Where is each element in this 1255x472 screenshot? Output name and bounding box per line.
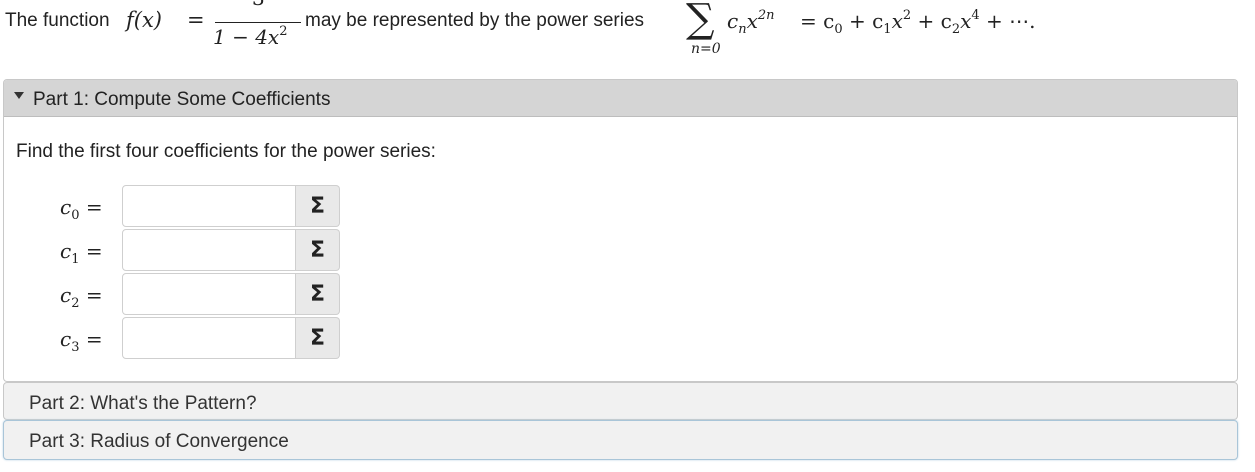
coefficient-row-2: c2 = Σ	[4, 273, 404, 315]
expansion-first-term: = c	[800, 9, 835, 33]
coefficient-input-c0[interactable]	[122, 185, 296, 227]
coefficient-index-2: 2	[71, 296, 80, 311]
part1-title: Part 1: Compute Some Coefficients	[33, 89, 331, 110]
fraction-denominator: 1 − 4x2	[213, 24, 288, 49]
coefficient-var-3: c	[60, 327, 72, 351]
coefficient-row-3: c3 = Σ	[4, 317, 404, 359]
denominator-exponent: 2	[279, 24, 288, 39]
coefficient-label-3: c3 =	[60, 327, 103, 355]
coefficient-row-1: c1 = Σ	[4, 229, 404, 271]
coefficient-label-0: c0 =	[60, 195, 103, 223]
term-coefficient: c	[727, 9, 739, 33]
coefficient-label-1: c1 =	[60, 239, 103, 267]
part1-instructions: Find the first four coefficients for the…	[16, 141, 436, 162]
coefficient-equals-1: =	[85, 239, 103, 263]
coefficient-equals-2: =	[85, 283, 103, 307]
coefficient-input-c1[interactable]	[122, 229, 296, 271]
coefficient-equals-3: =	[85, 327, 103, 351]
term-coefficient-index: n	[738, 22, 747, 37]
function-name: f(x)	[126, 8, 163, 32]
coefficient-input-c2[interactable]	[122, 273, 296, 315]
fraction-numerator: 3	[252, 0, 265, 8]
coefficient-index-1: 1	[71, 252, 80, 267]
coefficient-var-2: c	[60, 283, 72, 307]
expansion-ellipsis: + ⋯.	[986, 9, 1036, 33]
coefficient-var-0: c	[60, 195, 72, 219]
series-term: cnx2n	[727, 8, 775, 36]
coefficient-equals-0: =	[85, 195, 103, 219]
expansion-second-term: + c	[848, 9, 884, 33]
coefficient-label-2: c2 =	[60, 283, 103, 311]
equation-editor-button-c2[interactable]: Σ	[296, 273, 340, 315]
summation-icon: ∑	[686, 0, 715, 42]
term-exponent: 2n	[757, 8, 775, 23]
equation-editor-button-c0[interactable]: Σ	[296, 185, 340, 227]
series-expansion: = c0 + c1x2 + c2x4 + ⋯.	[800, 8, 1036, 36]
expansion-variable-1: x	[891, 9, 903, 33]
coefficient-var-1: c	[60, 239, 72, 263]
expansion-index-2: 2	[951, 22, 961, 37]
expansion-index-1: 1	[883, 22, 892, 37]
expansion-third-term: + c	[917, 9, 952, 33]
problem-statement: The function f(x) = 3 1 − 4x2 may be rep…	[5, 0, 1250, 66]
coefficient-index-0: 0	[71, 208, 80, 223]
part1-panel: Part 1: Compute Some Coefficients Find t…	[3, 79, 1238, 382]
expansion-index-0: 0	[834, 22, 843, 37]
equals-sign: =	[187, 8, 205, 32]
term-variable: x	[746, 9, 758, 33]
expansion-exponent-1: 2	[902, 8, 912, 23]
part2-title: Part 2: What's the Pattern?	[29, 393, 257, 414]
fraction-bar	[215, 22, 301, 23]
part1-header[interactable]: Part 1: Compute Some Coefficients	[4, 80, 1237, 117]
part2-header[interactable]: Part 2: What's the Pattern?	[3, 382, 1238, 420]
coefficient-input-c3[interactable]	[122, 317, 296, 359]
caret-down-icon	[14, 92, 24, 99]
coefficient-row-0: c0 = Σ	[4, 185, 404, 227]
part3-header[interactable]: Part 3: Radius of Convergence	[3, 420, 1238, 460]
summation-lower-bound: n=0	[691, 41, 721, 57]
part3-title: Part 3: Radius of Convergence	[29, 431, 289, 452]
expansion-exponent-2: 4	[971, 8, 980, 23]
denominator-base: 1 − 4x	[213, 25, 280, 49]
problem-text-middle: may be represented by the power series	[305, 10, 645, 31]
equation-editor-button-c3[interactable]: Σ	[296, 317, 340, 359]
equation-editor-button-c1[interactable]: Σ	[296, 229, 340, 271]
problem-text-before: The function	[5, 10, 110, 31]
coefficient-index-3: 3	[71, 340, 80, 355]
expansion-variable-2: x	[960, 9, 972, 33]
